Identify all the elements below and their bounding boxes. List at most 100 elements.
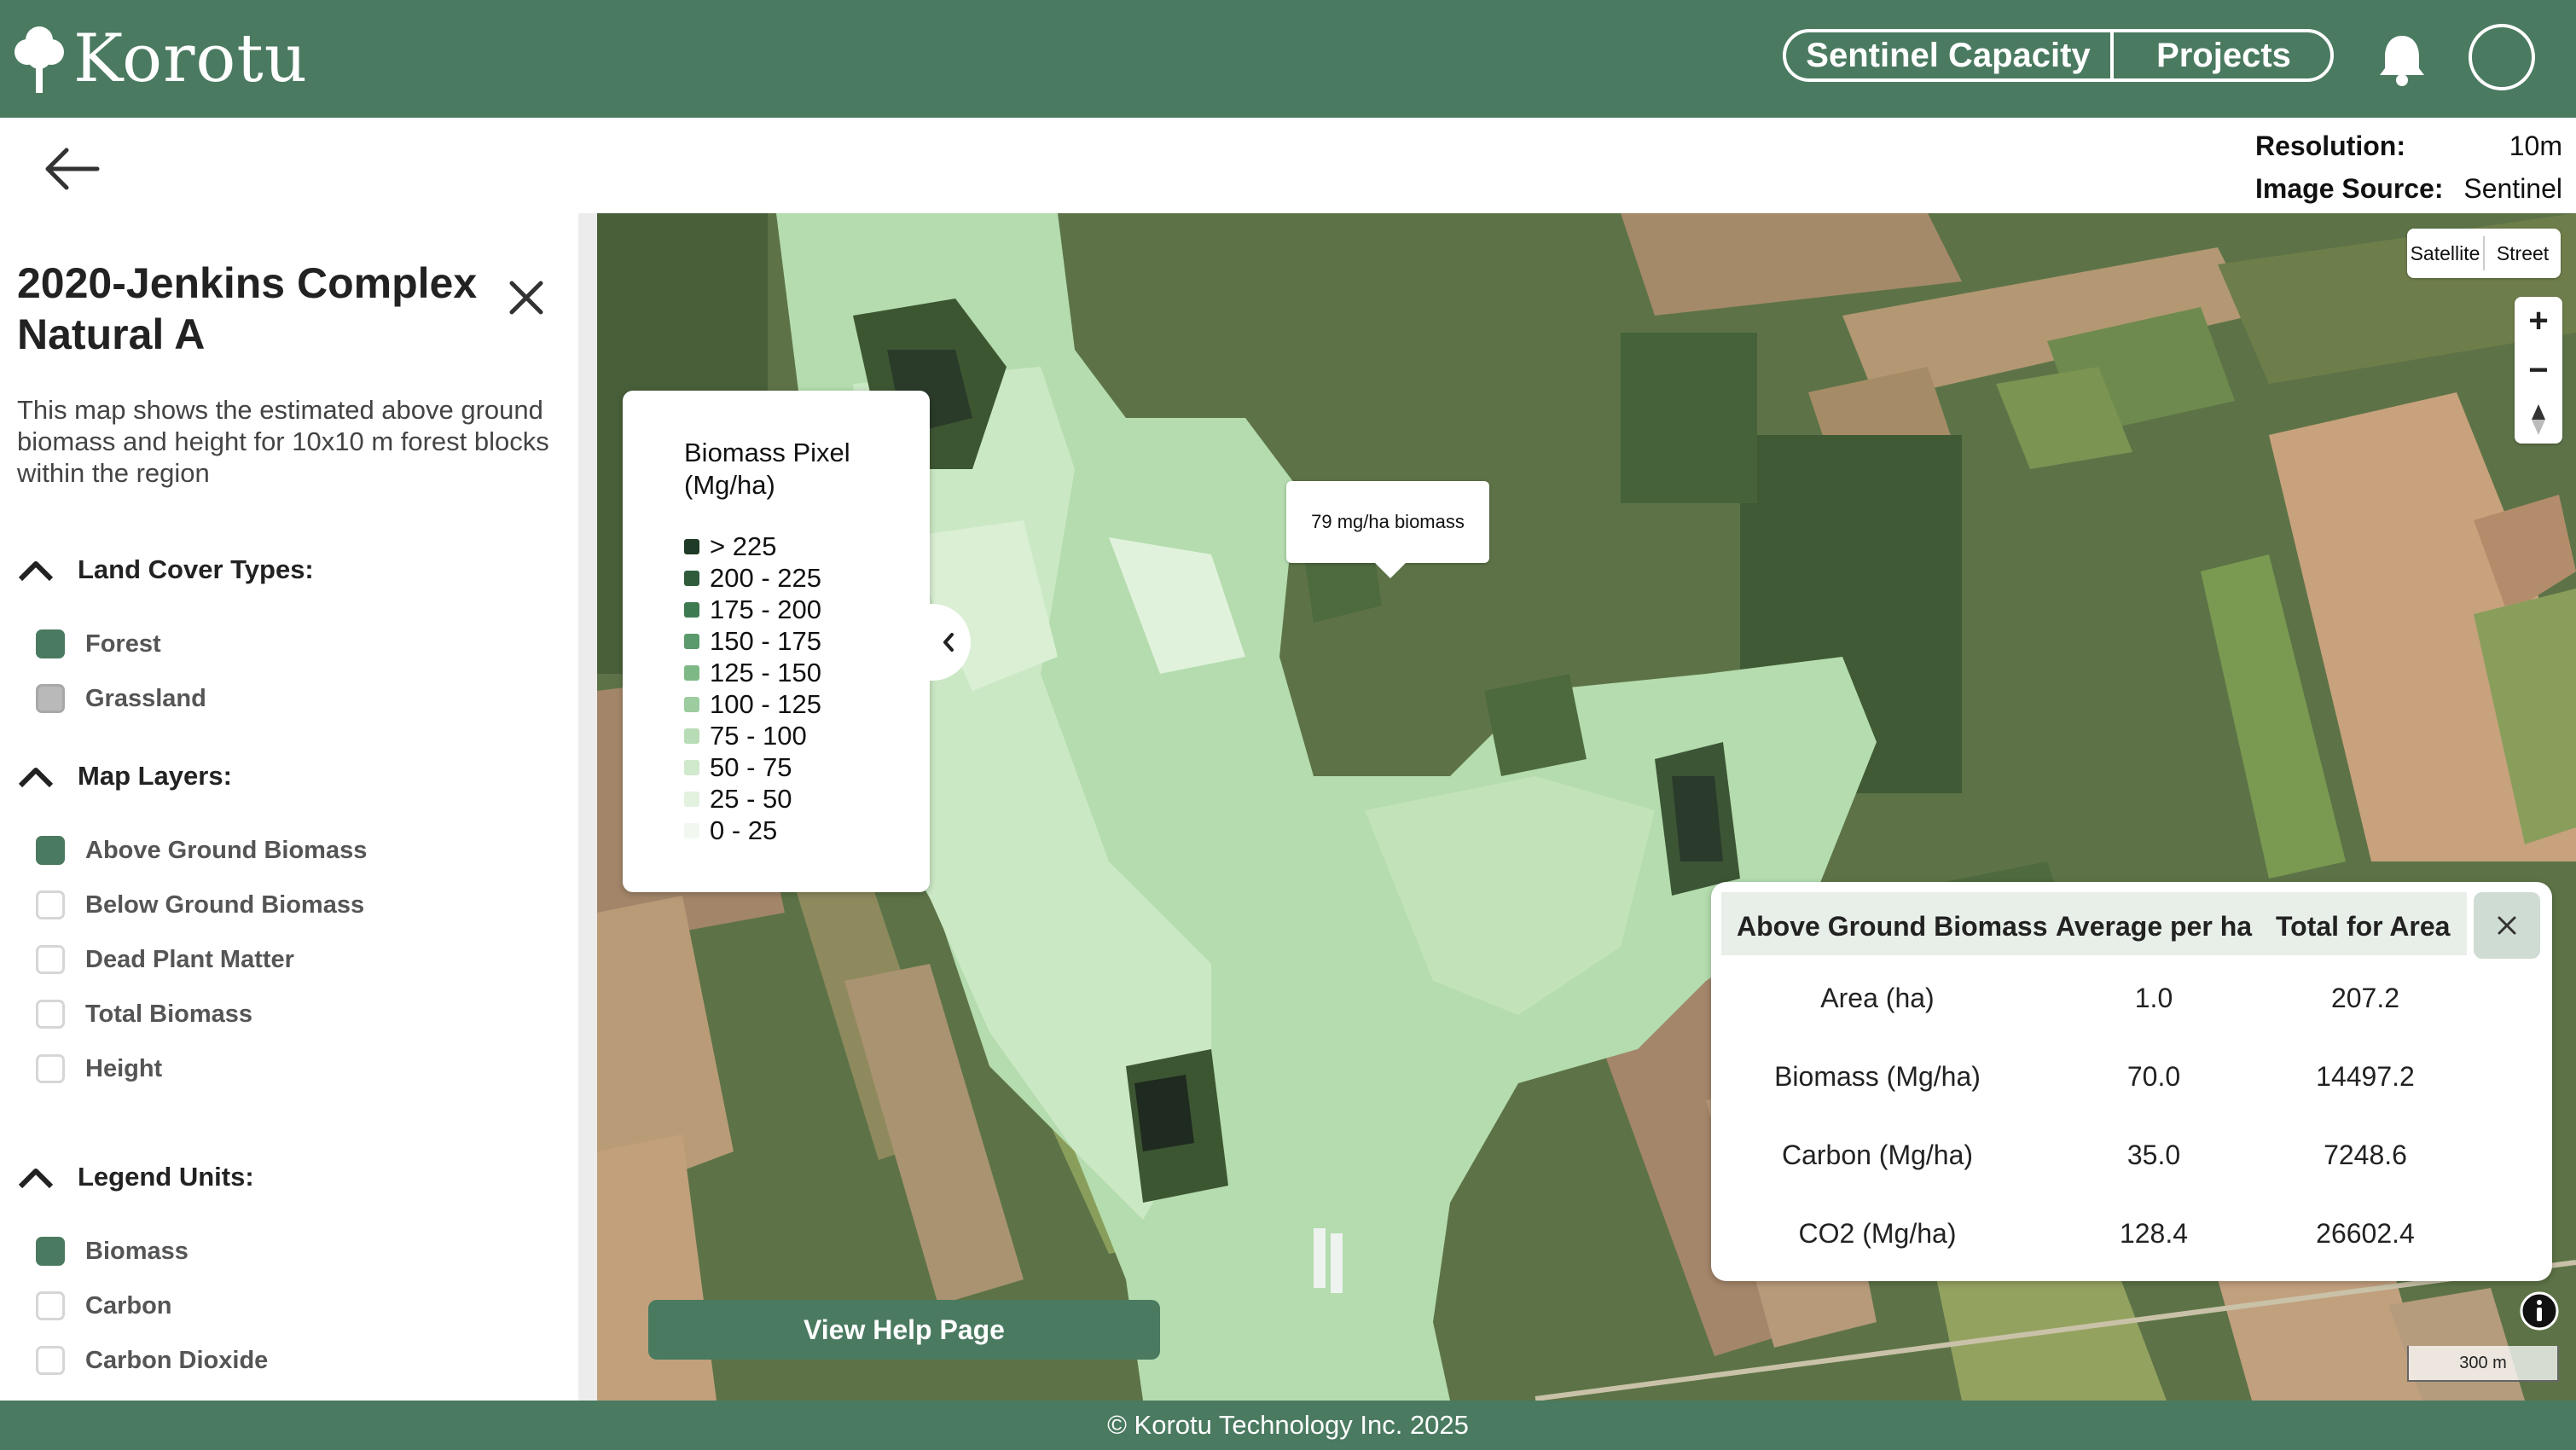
biomass-legend: Biomass Pixel (Mg/ha) > 225 200 - 225 17…	[623, 391, 930, 892]
brand-name: Korotu	[73, 20, 308, 97]
option-label: Biomass	[85, 1237, 189, 1265]
sidebar-scrollbar[interactable]	[578, 213, 597, 1401]
stats-row-average: 35.0	[2126, 1140, 2181, 1170]
view-help-page-button[interactable]: View Help Page	[648, 1300, 1160, 1360]
back-arrow-icon[interactable]	[41, 145, 102, 193]
close-icon[interactable]	[505, 276, 548, 319]
legend-items: > 225 200 - 225 175 - 200 150 - 175 125 …	[684, 531, 821, 846]
forest-checkbox[interactable]	[36, 629, 65, 658]
legend-label: > 225	[710, 531, 777, 561]
legend-swatch	[684, 728, 699, 744]
legend-item: 125 - 150	[684, 657, 821, 688]
carbon-checkbox[interactable]	[36, 1291, 65, 1320]
resolution-value: 10m	[2509, 130, 2562, 161]
projects-tab[interactable]: Projects	[2114, 32, 2334, 78]
stats-row-label: Area (ha)	[1820, 983, 1935, 1013]
unit-option-biomass[interactable]: Biomass	[36, 1237, 189, 1266]
zoom-out-button[interactable]: −	[2515, 346, 2562, 394]
layer-option-height[interactable]: Height	[36, 1054, 162, 1083]
stats-header-metric: Above Ground Biomass	[1737, 911, 2048, 942]
chevron-up-icon	[18, 561, 54, 582]
legend-title-line2: (Mg/ha)	[684, 470, 775, 500]
legend-label: 25 - 50	[710, 783, 792, 814]
option-label: Carbon Dioxide	[85, 1346, 269, 1374]
legend-label: 200 - 225	[710, 562, 821, 593]
carbon-dioxide-checkbox[interactable]	[36, 1346, 65, 1375]
legend-collapse-tab[interactable]	[928, 604, 971, 681]
legend-item: > 225	[684, 531, 821, 562]
unit-option-carbon-dioxide[interactable]: Carbon Dioxide	[36, 1346, 268, 1375]
stats-row-total: 26602.4	[2316, 1218, 2415, 1249]
legend-swatch	[684, 696, 699, 712]
layer-option-dead-plant-matter[interactable]: Dead Plant Matter	[36, 945, 294, 974]
footer: © Korotu Technology Inc. 2025	[0, 1401, 2576, 1450]
stats-close-button[interactable]	[2474, 892, 2540, 959]
avatar[interactable]	[2469, 24, 2535, 90]
street-button[interactable]: Street	[2485, 242, 2561, 265]
image-source-value: Sentinel	[2463, 172, 2562, 204]
info-icon[interactable]	[2520, 1291, 2559, 1331]
sidebar	[0, 213, 577, 1401]
bell-icon[interactable]	[2373, 31, 2431, 89]
stats-row-label: Biomass (Mg/ha)	[1774, 1061, 1981, 1092]
height-checkbox[interactable]	[36, 1054, 65, 1083]
zoom-in-button[interactable]: +	[2515, 297, 2562, 345]
map-meta: Resolution: 10m Image Source: Sentinel	[2255, 125, 2562, 210]
land-cover-option-forest[interactable]: Forest	[36, 629, 161, 658]
legend-label: 50 - 75	[710, 751, 792, 782]
legend-item: 200 - 225	[684, 562, 821, 594]
legend-item: 50 - 75	[684, 751, 821, 783]
stats-row-total: 207.2	[2330, 983, 2400, 1013]
option-label: Grassland	[85, 684, 206, 712]
legend-swatch	[684, 601, 699, 618]
legend-label: 150 - 175	[710, 625, 821, 656]
legend-title: Biomass Pixel (Mg/ha)	[684, 437, 850, 502]
below-ground-biomass-checkbox[interactable]	[36, 890, 65, 919]
image-source-label: Image Source:	[2255, 172, 2444, 204]
layer-option-above-ground-biomass[interactable]: Above Ground Biomass	[36, 836, 367, 865]
satellite-button[interactable]: Satellite	[2407, 242, 2483, 265]
brand[interactable]: Korotu	[12, 20, 308, 97]
legend-item: 75 - 100	[684, 720, 821, 751]
legend-swatch	[684, 633, 699, 649]
legend-item: 175 - 200	[684, 594, 821, 625]
grassland-checkbox[interactable]	[36, 684, 65, 713]
legend-swatch	[684, 570, 699, 586]
legend-item: 100 - 125	[684, 688, 821, 720]
sentinel-capacity-tab[interactable]: Sentinel Capacity	[1786, 32, 2114, 78]
chevron-up-icon	[18, 1169, 54, 1189]
option-label: Carbon	[85, 1291, 172, 1320]
biomass-checkbox[interactable]	[36, 1237, 65, 1266]
legend-item: 150 - 175	[684, 625, 821, 657]
above-ground-biomass-checkbox[interactable]	[36, 836, 65, 865]
chevron-up-icon	[18, 768, 54, 788]
page-title: 2020-Jenkins Complex Natural A	[17, 259, 478, 358]
stats-row-total: 14497.2	[2316, 1061, 2415, 1092]
stats-row-label: CO2 (Mg/ha)	[1798, 1218, 1957, 1249]
unit-option-carbon[interactable]: Carbon	[36, 1291, 172, 1320]
map-layers-section-toggle[interactable]: Map Layers:	[17, 761, 232, 792]
tree-logo-icon	[15, 26, 64, 93]
stats-row-average: 70.0	[2126, 1061, 2181, 1092]
layer-option-below-ground-biomass[interactable]: Below Ground Biomass	[36, 890, 364, 919]
land-cover-option-grassland[interactable]: Grassland	[36, 684, 206, 713]
legend-item: 0 - 25	[684, 815, 821, 846]
legend-swatch	[684, 664, 699, 681]
option-label: Height	[85, 1054, 163, 1082]
legend-swatch	[684, 759, 699, 775]
compass-icon	[2532, 404, 2545, 435]
land-cover-section-toggle[interactable]: Land Cover Types:	[17, 554, 314, 585]
option-label: Dead Plant Matter	[85, 945, 294, 973]
stats-header-total: Total for Area	[2276, 911, 2451, 942]
legend-units-section-toggle[interactable]: Legend Units:	[17, 1162, 254, 1192]
legend-label: 75 - 100	[710, 720, 807, 751]
map-layers-heading: Map Layers:	[78, 761, 232, 791]
legend-units-heading: Legend Units:	[78, 1162, 254, 1192]
legend-label: 100 - 125	[710, 688, 821, 719]
legend-swatch	[684, 822, 699, 838]
dead-plant-matter-checkbox[interactable]	[36, 945, 65, 974]
layer-option-total-biomass[interactable]: Total Biomass	[36, 1000, 252, 1029]
total-biomass-checkbox[interactable]	[36, 1000, 65, 1029]
compass-button[interactable]	[2515, 396, 2562, 444]
resolution-label: Resolution:	[2255, 130, 2405, 161]
